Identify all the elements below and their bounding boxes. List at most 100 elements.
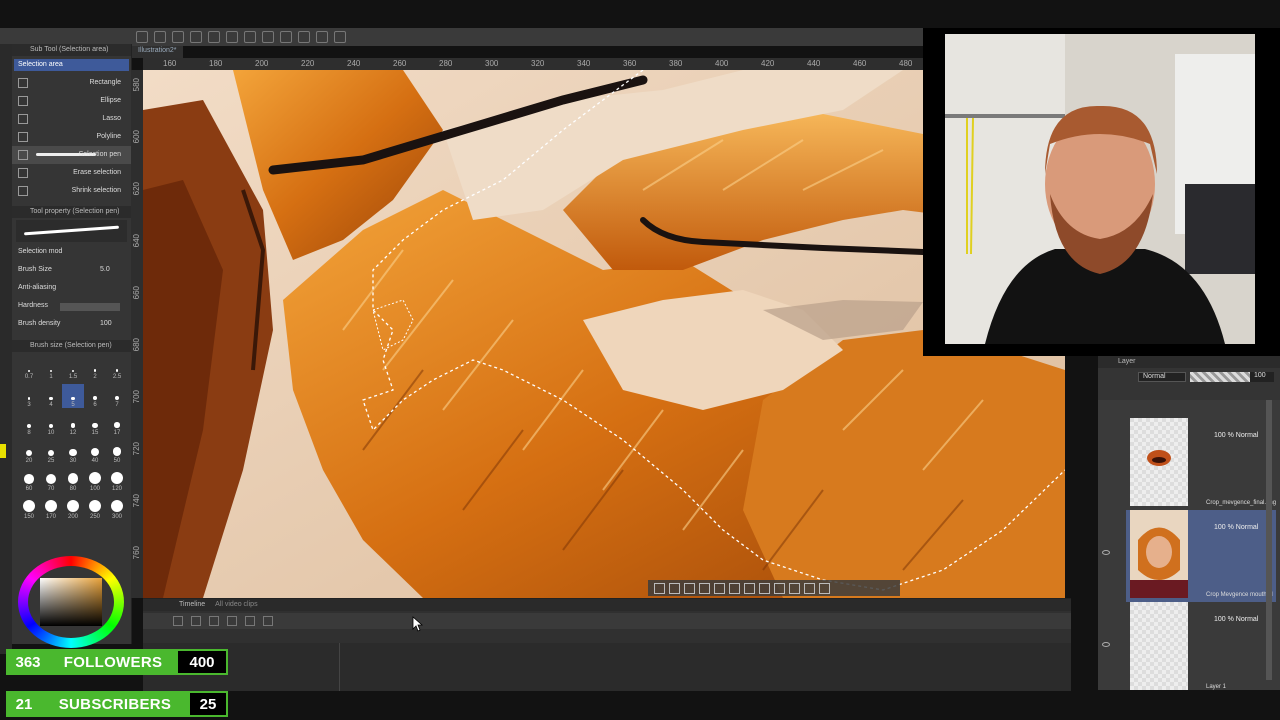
layer-mode: 100 % Normal (1214, 432, 1259, 439)
brush-size-option[interactable]: 12 (62, 412, 84, 436)
brush-size-option[interactable]: 40 (84, 440, 106, 464)
saturation-value-square[interactable] (40, 578, 102, 626)
ruler-tick-label: 620 (132, 182, 141, 196)
brush-size-option[interactable]: 6 (84, 384, 106, 408)
app-window: Illustration2* Sub Tool (Selection area)… (0, 0, 1280, 720)
brush-size-panel-title: Brush size (Selection pen) (12, 340, 131, 352)
brush-size-option[interactable]: 25 (40, 440, 62, 464)
invert-selection-icon[interactable] (298, 31, 310, 43)
hardness-slider[interactable] (60, 303, 120, 311)
layer-mode: 100 % Normal (1214, 524, 1259, 531)
sub-tool-item[interactable]: Lasso (12, 110, 131, 128)
brush-size-option[interactable]: 10 (40, 412, 62, 436)
brush-size-option[interactable]: 200 (62, 496, 84, 520)
edit-timeline-icon[interactable] (191, 616, 201, 626)
new-canvas-icon[interactable] (136, 31, 148, 43)
settings-icon[interactable] (334, 31, 346, 43)
add-frame-icon[interactable] (263, 616, 273, 626)
brush-density-row[interactable]: Brush density 100 (12, 316, 131, 334)
opacity-slider[interactable]: 100 (1190, 372, 1274, 382)
sub-tool-group[interactable]: Selection area (14, 59, 129, 71)
brush-size-option[interactable]: 170 (40, 496, 62, 520)
brush-size-dot (112, 447, 122, 456)
layer-row[interactable]: 100 % Normal Crop_mevgence_final.png (1126, 418, 1276, 510)
brush-size-option[interactable]: 120 (106, 468, 128, 492)
brush-size-option[interactable]: 1.5 (62, 356, 84, 380)
brush-size-option[interactable]: 150 (18, 496, 40, 520)
invert-button[interactable] (684, 582, 695, 594)
timeline-tracks[interactable] (143, 643, 1071, 691)
brush-size-option[interactable]: 4 (40, 384, 62, 408)
brush-size-option[interactable]: 30 (62, 440, 84, 464)
layer-scrollbar[interactable] (1266, 400, 1272, 680)
brush-size-option[interactable]: 17 (106, 412, 128, 436)
brush-size-option[interactable]: 20 (18, 440, 40, 464)
select-all-icon[interactable] (316, 31, 328, 43)
brush-size-option[interactable]: 8 (18, 412, 40, 436)
color-wheel[interactable] (14, 556, 130, 648)
brush-size-option[interactable]: 1 (40, 356, 62, 380)
transform-icon[interactable] (262, 31, 274, 43)
anti-aliasing-row[interactable]: Anti-aliasing (12, 280, 131, 298)
scale-button[interactable] (774, 582, 785, 594)
brush-size-option[interactable]: 2 (84, 356, 106, 380)
ruler-tick-label: 700 (132, 390, 141, 404)
brush-density-value[interactable]: 100 (100, 320, 112, 327)
crop-button[interactable] (669, 582, 680, 594)
brush-size-value: 250 (89, 514, 100, 520)
clear-icon[interactable] (226, 31, 238, 43)
deselect-icon[interactable] (280, 31, 292, 43)
brush-size-value: 120 (111, 486, 122, 492)
layer-row[interactable]: 100 % Normal Layer 1 (1126, 602, 1276, 694)
main-color-indicator[interactable] (0, 444, 6, 458)
brush-size-option[interactable]: 2.5 (106, 356, 128, 380)
loop-icon[interactable] (245, 616, 255, 626)
shrink-button[interactable] (714, 582, 725, 594)
brush-size-option[interactable]: 60 (18, 468, 40, 492)
brush-size-option[interactable]: 300 (106, 496, 128, 520)
tab-document[interactable]: Illustration2* (132, 46, 183, 58)
layer-row[interactable]: 100 % Normal Crop Mevgence mouth cl (1126, 510, 1276, 602)
rectangle-icon (18, 78, 28, 88)
stop-icon[interactable] (227, 616, 237, 626)
save-icon[interactable] (172, 31, 184, 43)
brush-size-option[interactable]: 80 (62, 468, 84, 492)
copy-paste-button[interactable] (759, 582, 770, 594)
new-timeline-icon[interactable] (173, 616, 183, 626)
sub-tool-item[interactable]: Shrink selection (12, 182, 131, 200)
brush-size-option[interactable]: 3 (18, 384, 40, 408)
fill-button[interactable] (744, 582, 755, 594)
eye-icon[interactable] (1102, 550, 1110, 555)
brush-size-option[interactable]: 250 (84, 496, 106, 520)
sub-tool-item[interactable]: Ellipse (12, 92, 131, 110)
layer-name: Crop Mevgence mouth cl (1206, 592, 1273, 598)
play-icon[interactable] (209, 616, 219, 626)
brush-size-option[interactable]: 50 (106, 440, 128, 464)
blend-mode-select[interactable]: Normal (1138, 372, 1186, 382)
brush-size-option[interactable]: 15 (84, 412, 106, 436)
brush-size-value[interactable]: 5.0 (100, 266, 110, 273)
brush-size-option[interactable]: 0.7 (18, 356, 40, 380)
sub-tool-item[interactable]: Rectangle (12, 74, 131, 92)
open-icon[interactable] (154, 31, 166, 43)
sub-tool-item[interactable]: Erase selection (12, 164, 131, 182)
redo-icon[interactable] (208, 31, 220, 43)
more-options-button[interactable] (819, 582, 830, 594)
eye-icon[interactable] (1102, 642, 1110, 647)
brush-size-row[interactable]: Brush Size 5.0 (12, 262, 131, 280)
brush-size-option[interactable]: 100 (84, 468, 106, 492)
hardness-row[interactable]: Hardness (12, 298, 131, 316)
expand-button[interactable] (699, 582, 710, 594)
deselect-button[interactable] (654, 582, 665, 594)
clear-button[interactable] (729, 582, 740, 594)
brush-size-option[interactable]: 7 (106, 384, 128, 408)
sub-tool-item[interactable]: Polyline (12, 128, 131, 146)
sub-tool-item[interactable]: Selection pen (12, 146, 131, 164)
brush-size-option[interactable]: 70 (40, 468, 62, 492)
tone-button[interactable] (789, 582, 800, 594)
undo-icon[interactable] (190, 31, 202, 43)
brush-size-option[interactable]: 5 (62, 384, 84, 408)
quick-mask-button[interactable] (804, 582, 815, 594)
selection-mode-row[interactable]: Selection mod (12, 244, 131, 262)
fill-icon[interactable] (244, 31, 256, 43)
